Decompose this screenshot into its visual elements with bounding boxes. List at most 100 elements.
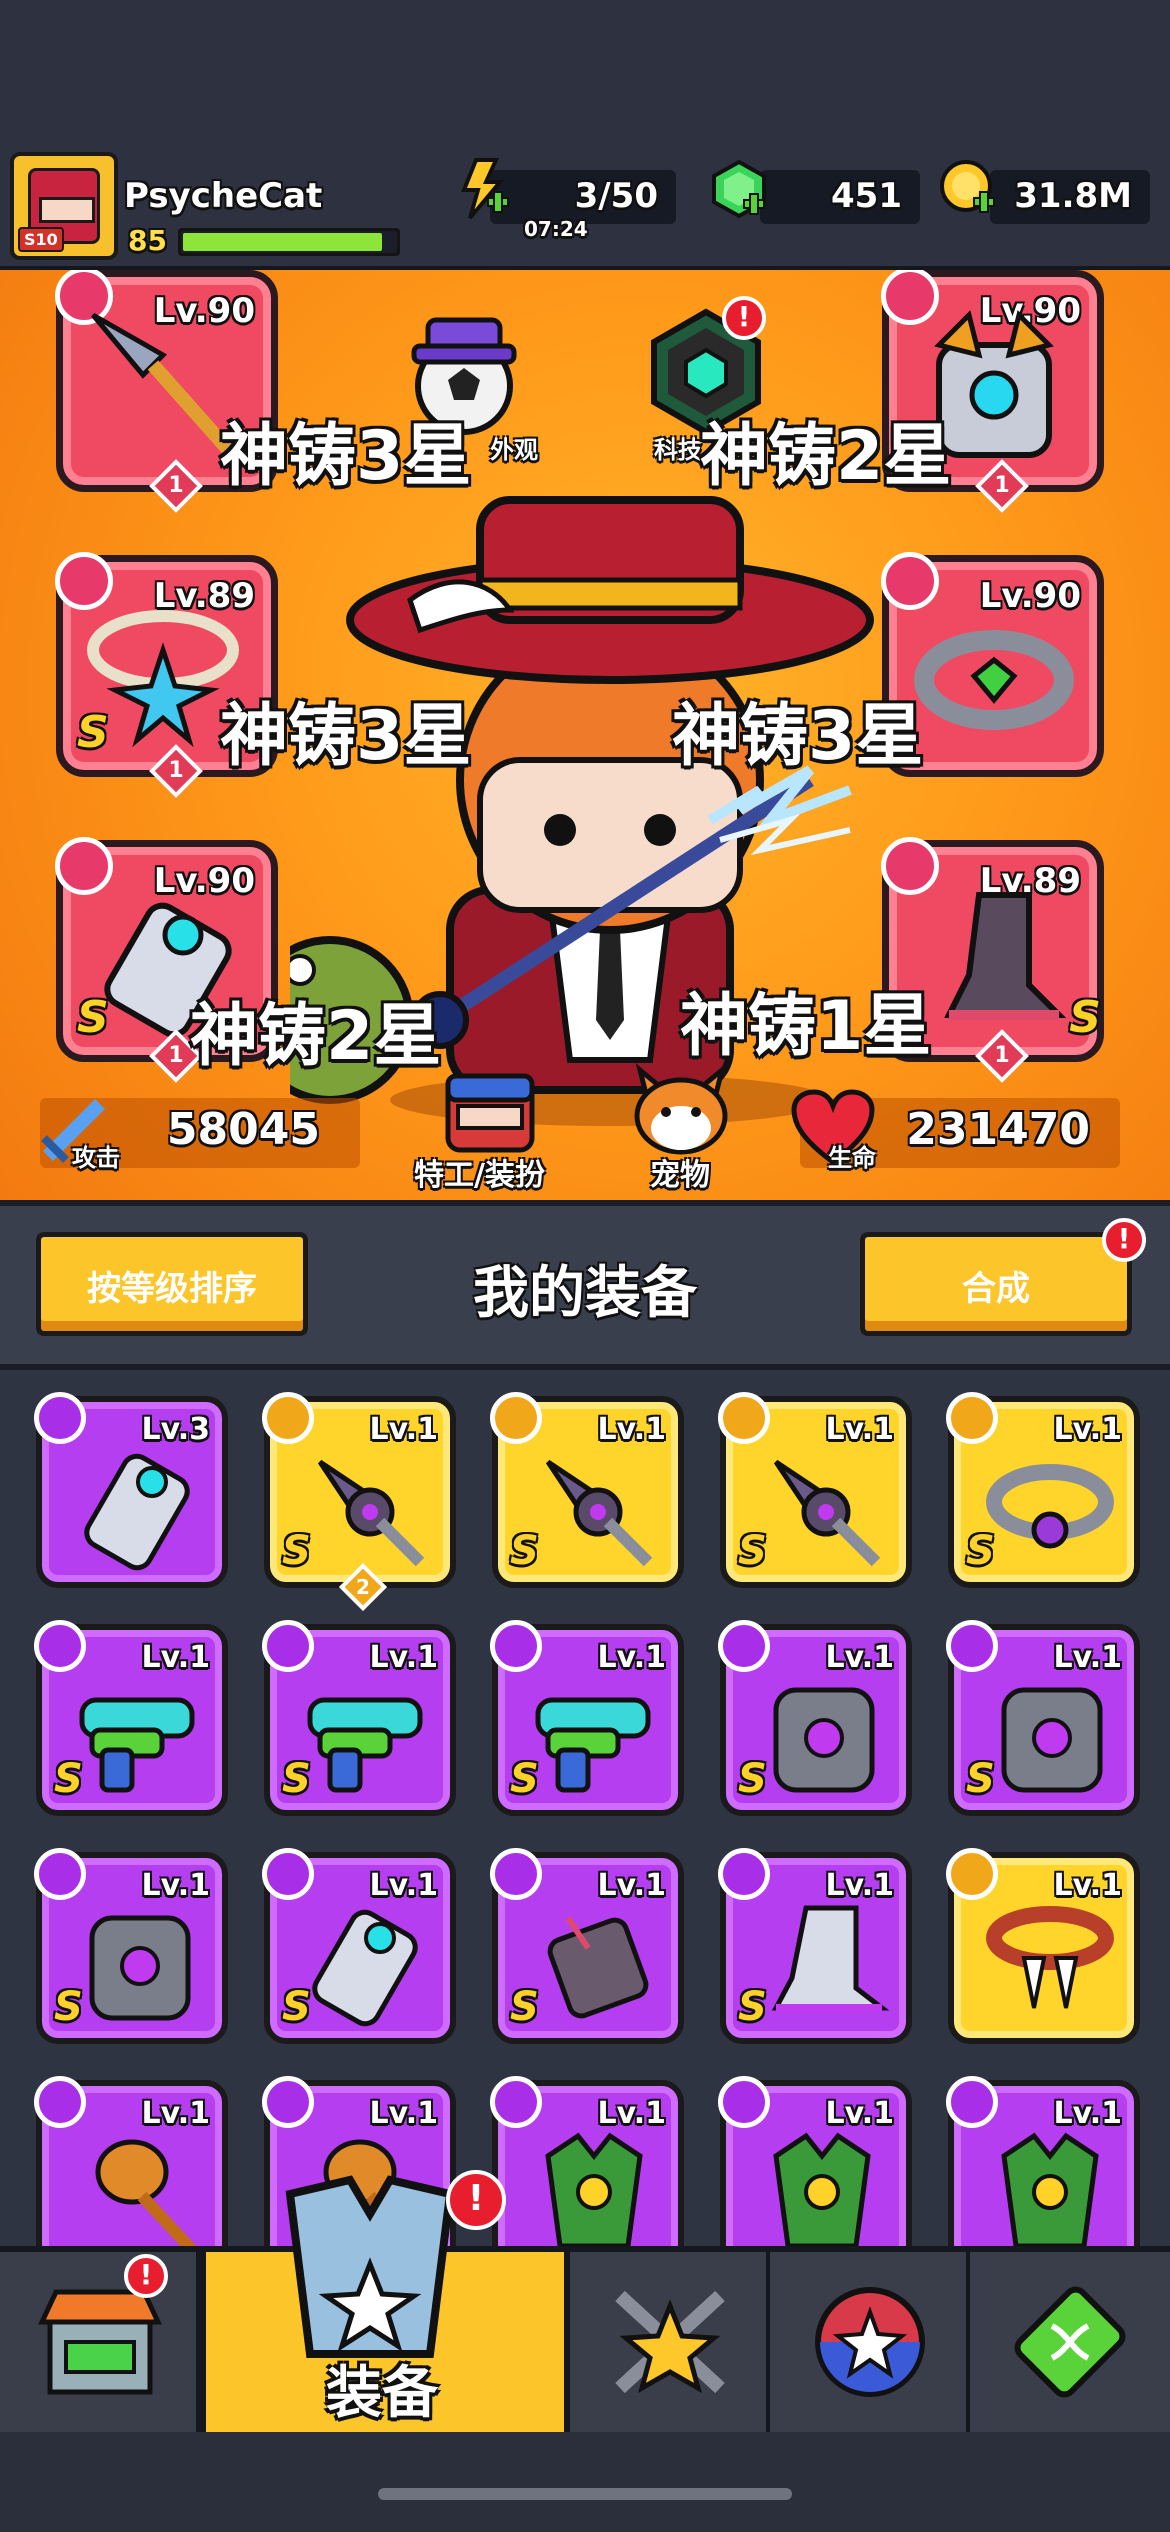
dragon-armor-icon <box>545 2132 643 2249</box>
item-category-icon <box>262 1620 314 1672</box>
nav-tab-shop[interactable] <box>0 2252 200 2432</box>
nav-tab-gene[interactable] <box>970 2252 1170 2432</box>
crossed-swords-star-icon <box>615 2290 725 2394</box>
inventory-item[interactable]: Lv.1 S <box>718 1848 912 2044</box>
item-category-icon <box>262 1848 314 1900</box>
hp-label: 生命 <box>828 1144 876 1172</box>
agent-costume-label: 特工/装扮 <box>414 1158 545 1193</box>
inventory-item[interactable]: Lv.1 S <box>718 1392 912 1588</box>
slot-star-count: 1 <box>168 473 184 498</box>
xp-bar <box>178 228 400 256</box>
grade-s-badge: S <box>510 1984 539 2030</box>
claw-glove-icon <box>547 1916 649 2019</box>
attack-label: 攻击 <box>72 1144 120 1172</box>
pet-label: 宠物 <box>650 1158 710 1193</box>
slot-star-count: 1 <box>994 1043 1010 1068</box>
equip-alert-badge: ! <box>446 2170 506 2230</box>
inventory-item[interactable]: Lv.1 <box>718 2076 912 2250</box>
spear-icon <box>545 1459 653 1567</box>
emerald-ring-icon <box>914 630 1074 730</box>
item-category-icon <box>490 1848 542 1900</box>
inventory-item[interactable]: Lv.1 S <box>262 1848 456 2044</box>
inventory-item[interactable]: Lv.1 S <box>490 1620 684 1816</box>
slot-star-count: 1 <box>994 473 1010 498</box>
inventory-item[interactable]: Lv.1 S <box>34 1848 228 2044</box>
inventory-item[interactable]: Lv.1 S <box>718 1620 912 1816</box>
grade-s-badge: S <box>1069 992 1101 1043</box>
grade-s-badge: S <box>966 1528 995 1574</box>
grade-s-badge: S <box>738 1528 767 1574</box>
inventory-item[interactable]: Lv.1 S <box>262 1620 456 1816</box>
gold-value: 31.8M <box>1014 176 1132 216</box>
item-category-icon <box>718 2076 770 2128</box>
character-showcase: 外观 ! 科技 Lv.90 1 Lv.89 S 1 Lv.90 S 1 Lv.9… <box>0 270 1170 1200</box>
grade-s-badge: S <box>282 1984 311 2030</box>
item-category-icon <box>490 1620 542 1672</box>
gold-counter[interactable]: 31.8M <box>990 170 1150 224</box>
home-indicator[interactable] <box>378 2488 792 2500</box>
inventory-item[interactable]: Lv.1 S <box>34 1620 228 1816</box>
grade-s-badge: S <box>54 1756 83 1802</box>
item-category-icon <box>34 1848 86 1900</box>
item-category-icon <box>946 1848 998 1900</box>
inventory-item[interactable]: Lv.1 <box>34 2076 228 2250</box>
inventory-item[interactable]: Lv.1 S <box>946 1392 1140 1588</box>
forge-label-necklace: 神铸3星 <box>220 697 472 776</box>
inventory-item[interactable]: Lv.1 <box>946 2076 1140 2250</box>
item-category-icon <box>946 1392 998 1444</box>
lightning-plus-icon[interactable] <box>452 158 514 220</box>
inventory-item[interactable]: Lv.1 S 2 <box>262 1392 456 1612</box>
armor-chest-icon <box>285 2175 455 2358</box>
player-name: PsycheCat <box>124 176 323 216</box>
item-category-icon <box>34 1620 86 1672</box>
item-category-icon <box>946 2076 998 2128</box>
xp-bar-fill <box>183 233 383 251</box>
forge-label-ring: 神铸3星 <box>672 697 924 776</box>
inventory-item[interactable]: Lv.3 <box>34 1392 228 1588</box>
shiba-pet-icon[interactable] <box>626 1060 736 1156</box>
gem-plus-icon[interactable] <box>708 158 770 220</box>
energy-value: 3/50 <box>574 176 658 216</box>
vip-badge: S10 <box>18 227 64 252</box>
merge-alert-badge: ! <box>1102 1218 1146 1262</box>
forge-label-boots: 神铸1星 <box>680 987 932 1066</box>
nav-tab-talents[interactable] <box>770 2252 970 2432</box>
gauntlet-icon <box>84 1453 190 1571</box>
water-gun-icon <box>535 1697 651 1793</box>
inventory-item[interactable]: Lv.1 S <box>946 1620 1140 1816</box>
agent-costume-icon[interactable] <box>436 1066 544 1156</box>
item-category-icon <box>34 1392 86 1444</box>
player-avatar[interactable]: S10 <box>10 152 118 260</box>
inventory-item[interactable]: Lv.1 <box>490 2076 684 2250</box>
inventory-item[interactable]: Lv.1 S <box>490 1848 684 2044</box>
home-indicator-area <box>0 2432 1170 2532</box>
shop-alert-badge: ! <box>124 2254 168 2298</box>
gauntlet-icon <box>312 1909 418 2027</box>
inventory-item[interactable]: Lv.1 <box>946 1848 1140 2044</box>
attack-value: 58045 <box>166 1104 320 1155</box>
item-category-icon <box>946 1620 998 1672</box>
dna-capsule-icon <box>1014 2286 1126 2398</box>
grade-s-badge: S <box>77 992 109 1043</box>
skin-label: 外观 <box>490 436 538 464</box>
ring-icon <box>986 1464 1114 1549</box>
grade-s-badge: S <box>738 1756 767 1802</box>
energy-counter[interactable]: 3/50 <box>490 170 676 224</box>
item-category-icon <box>262 1392 314 1444</box>
energy-timer: 07:24 <box>524 217 588 241</box>
gem-counter[interactable]: 451 <box>760 170 920 224</box>
item-category-icon <box>718 1392 770 1444</box>
merge-button-label: 合成 <box>962 1269 1030 1309</box>
grade-s-badge: S <box>510 1528 539 1574</box>
coin-plus-icon[interactable] <box>938 158 1000 220</box>
gem-value: 451 <box>831 176 902 216</box>
water-gun-icon <box>307 1697 423 1793</box>
tech-alert-badge: ! <box>722 296 766 340</box>
nav-tab-skills[interactable] <box>570 2252 770 2432</box>
item-category-icon <box>262 2076 314 2128</box>
spear-icon <box>773 1459 881 1567</box>
grade-s-badge: S <box>54 1984 83 2030</box>
merge-button[interactable]: 合成 <box>860 1232 1132 1336</box>
inventory-item[interactable]: Lv.1 S <box>490 1392 684 1588</box>
equipment-inventory: Lv.3 Lv.1 S 2 Lv.1 S Lv.1 S Lv.1 S Lv.1 S Lv.1 S Lv.1 S… <box>0 1370 1170 2250</box>
